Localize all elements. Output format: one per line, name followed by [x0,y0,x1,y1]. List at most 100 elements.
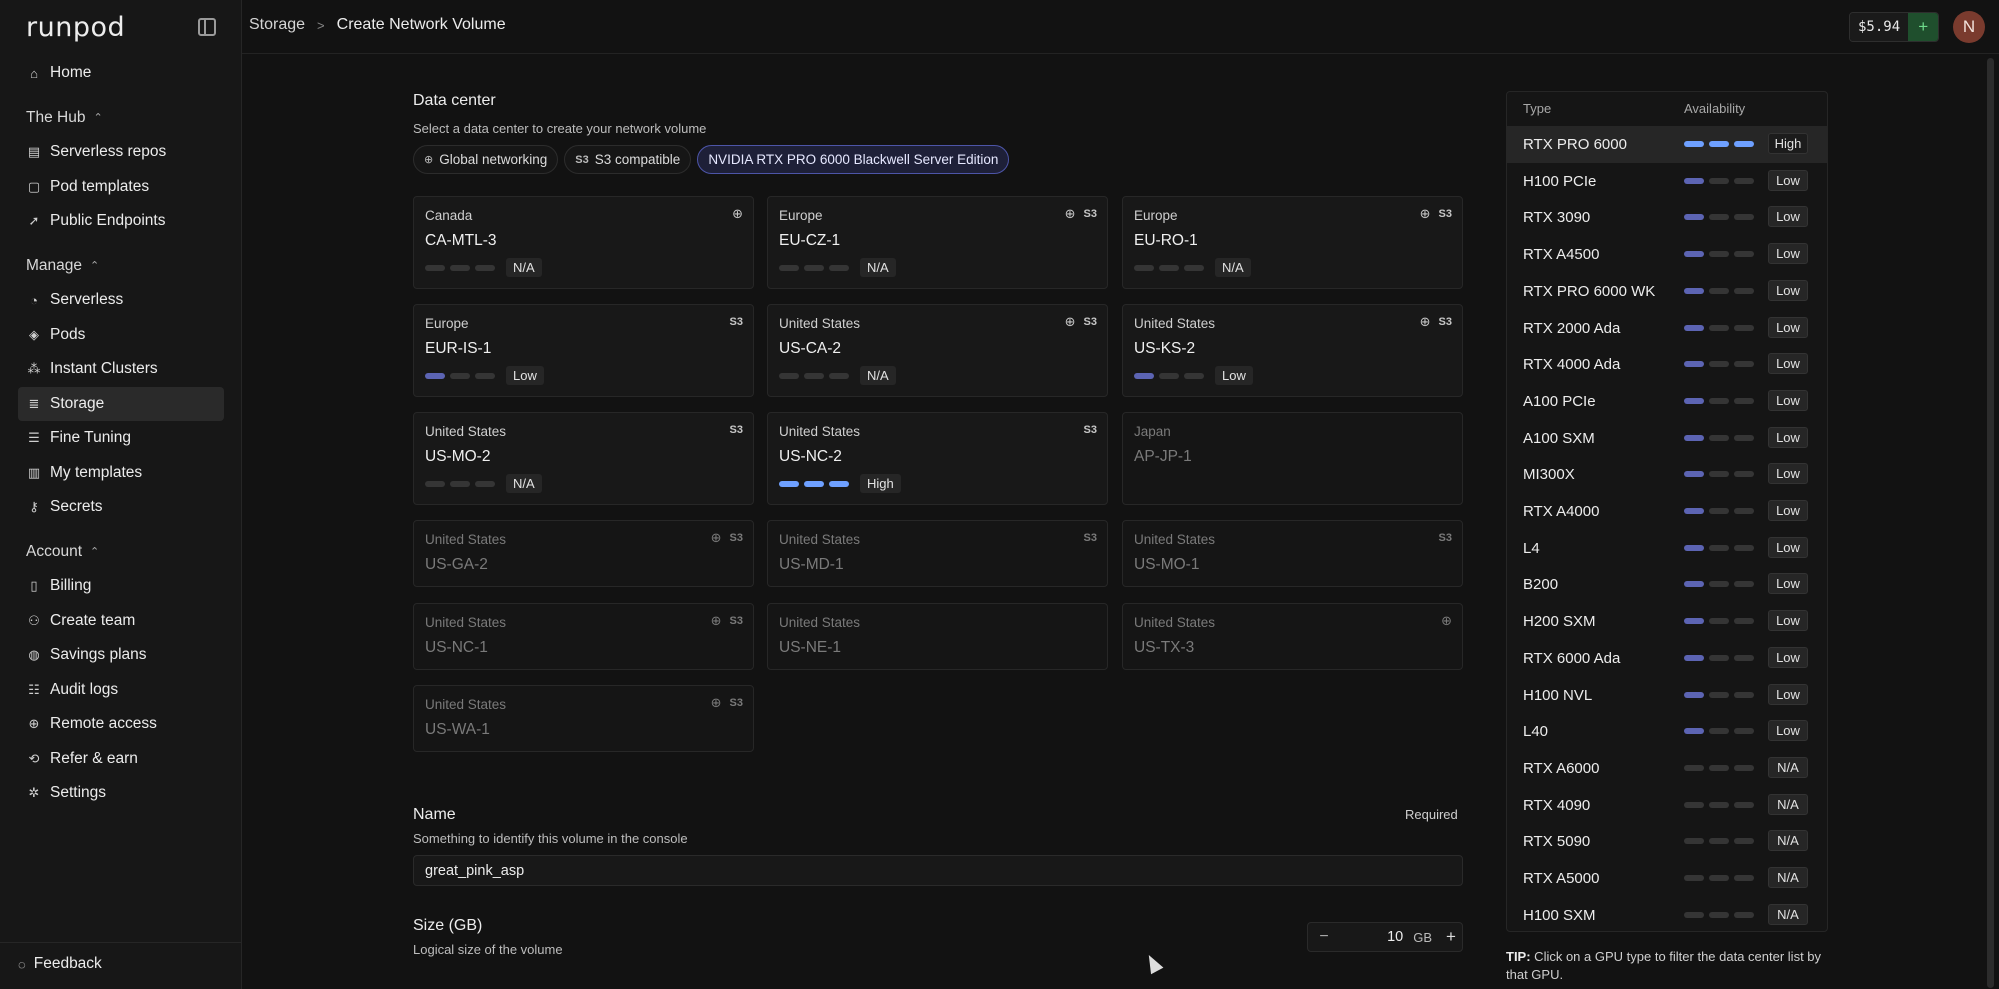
datacenter-region: Canada [425,208,473,223]
gpu-row[interactable]: L40 Low [1507,713,1827,750]
table-header: Type Availability [1507,92,1827,124]
availability-bar [1684,911,1704,918]
sidebar-group-the-hub[interactable]: The Hub ⌃ [18,101,224,136]
page-scrollbar[interactable] [1987,58,1994,988]
availability-bar [450,264,470,271]
gpu-bars [1684,214,1759,221]
availability-bar [1184,264,1204,271]
gpu-row[interactable]: RTX 5090 N/A [1507,823,1827,860]
add-funds-button[interactable]: + [1908,13,1939,41]
datacenter-card-us-nc-2[interactable]: United States US-NC-2 S3 High [767,412,1108,505]
breadcrumb-current: Create Network Volume [336,16,506,33]
availability-bar [1709,214,1729,221]
sidebar-group-account[interactable]: Account ⌃ [18,535,224,570]
balance-widget: $5.94 + [1849,12,1940,42]
availability-badge: Low [1768,610,1808,632]
name-title: Name [413,806,456,823]
datacenter-card-eu-ro-1[interactable]: Europe EU-RO-1 ⊕ S3 N/A [1122,196,1463,289]
availability-bars [1134,264,1209,271]
gpu-bars [1684,508,1759,514]
gpu-row[interactable]: RTX PRO 6000 WK Low [1507,273,1827,310]
sidebar-item-fine-tuning[interactable]: ☰ Fine Tuning [18,421,224,456]
gpu-row[interactable]: H200 SXM Low [1507,603,1827,640]
gpu-name: RTX 2000 Ada [1523,319,1621,337]
sidebar-item-create-team[interactable]: ⚇ Create team [18,604,224,639]
availability-bar [1734,251,1754,258]
s3-icon: S3 [1083,316,1097,328]
filter-s3-compatible[interactable]: S3 S3 compatible [564,145,692,174]
gpu-row[interactable]: RTX 3090 Low [1507,199,1827,236]
sidebar-item-secrets[interactable]: ⚷ Secrets [18,490,224,525]
gpu-bars [1684,801,1759,808]
datacenter-card-us-ca-2[interactable]: United States US-CA-2 ⊕ S3 N/A [767,304,1108,397]
availability-bars [1684,838,1759,845]
breadcrumb-storage[interactable]: Storage [249,16,305,34]
sidebar-item-audit-logs[interactable]: ☷ Audit logs [18,673,224,708]
filter-global-networking[interactable]: ⊕ Global networking [413,145,559,174]
datacenter-card-ca-mtl-3[interactable]: Canada CA-MTL-3 ⊕ N/A [413,196,754,289]
gpu-row[interactable]: A100 PCIe Low [1507,383,1827,420]
datacenter-card-eur-is-1[interactable]: Europe EUR-IS-1 S3 Low [413,304,754,397]
volume-name-input[interactable] [413,855,1463,886]
availability-bar [779,264,799,271]
sidebar-item-pod-templates[interactable]: ▢ Pod templates [18,170,224,205]
availability-bar [1734,544,1754,551]
gpu-row[interactable]: A100 SXM Low [1507,420,1827,457]
sidebar-item-my-templates[interactable]: ▥ My templates [18,456,224,491]
sidebar-item-billing[interactable]: ▯ Billing [18,569,224,604]
gpu-row[interactable]: RTX 2000 Ada Low [1507,310,1827,347]
gpu-name: RTX 4000 Ada [1523,356,1621,374]
gpu-row[interactable]: RTX A4000 Low [1507,493,1827,530]
gpu-row[interactable]: RTX A6000 N/A [1507,750,1827,787]
breadcrumb: Storage > Create Network Volume [249,16,506,34]
datacenter-card-us-ks-2[interactable]: United States US-KS-2 ⊕ S3 Low [1122,304,1463,397]
availability-badge: Low [1768,720,1808,742]
availability-bar [1159,372,1179,379]
sidebar-item-settings[interactable]: ✲ Settings [18,776,224,811]
gpu-row[interactable]: L4 Low [1507,530,1827,567]
sidebar-item-remote-access[interactable]: ⊕ Remote access [18,707,224,742]
sidebar-item-serverless-repos[interactable]: ▤ Serverless repos [18,135,224,170]
gpu-row[interactable]: RTX A4500 Low [1507,236,1827,273]
gpu-row[interactable]: RTX PRO 6000 High [1507,126,1827,163]
gpu-row[interactable]: B200 Low [1507,566,1827,603]
availability-badge: N/A [1768,867,1808,888]
gpu-row[interactable]: H100 PCIe Low [1507,163,1827,200]
gpu-row[interactable]: H100 NVL Low [1507,677,1827,714]
gpu-row[interactable]: RTX 6000 Ada Low [1507,640,1827,677]
sidebar-item-home[interactable]: ⌂ Home [18,56,224,91]
avatar[interactable]: N [1953,11,1985,43]
datacenter-badges: S3 [1084,424,1097,436]
gpu-row[interactable]: H100 SXM N/A [1507,897,1827,934]
gpu-name: L4 [1523,539,1540,557]
sidebar-item-public-endpoints[interactable]: ➚ Public Endpoints [18,204,224,239]
size-value[interactable]: 10 [1340,929,1413,945]
sidebar-item-label: Savings plans [50,646,147,664]
gpu-row[interactable]: RTX 4090 N/A [1507,787,1827,824]
filter-gpu-selected[interactable]: NVIDIA RTX PRO 6000 Blackwell Server Edi… [697,145,1010,174]
sidebar-group-manage[interactable]: Manage ⌃ [18,249,224,284]
sidebar-item-label: Pod templates [50,177,150,195]
sidebar-item-pods[interactable]: ◈ Pods [18,318,224,353]
decrement-button[interactable]: − [1308,928,1340,946]
sidebar-item-storage[interactable]: ≣ Storage [18,386,224,421]
datacenter-region: United States [779,316,861,331]
gpu-bars [1684,471,1759,478]
sidebar-item-instant-clusters[interactable]: ⁂ Instant Clusters [18,352,224,387]
sidebar-item-savings-plans[interactable]: ◍ Savings plans [18,638,224,673]
availability-bar [1684,508,1704,514]
datacenter-card-us-mo-2[interactable]: United States US-MO-2 S3 N/A [413,412,754,505]
availability-bars [1684,324,1759,331]
datacenter-card-eu-cz-1[interactable]: Europe EU-CZ-1 ⊕ S3 N/A [767,196,1108,289]
feedback-link[interactable]: ◌ Feedback [18,955,102,973]
sidebar-item-refer-earn[interactable]: ⟲ Refer & earn [18,742,224,777]
increment-button[interactable]: + [1440,927,1462,947]
runpod-logo[interactable]: runpod [26,12,125,43]
gpu-row[interactable]: MI300X Low [1507,456,1827,493]
availability-badge: Low [1768,463,1808,485]
gpu-row[interactable]: RTX A5000 N/A [1507,860,1827,897]
availability-bar [1734,728,1754,735]
gpu-row[interactable]: RTX 4000 Ada Low [1507,346,1827,383]
sidebar-item-serverless[interactable]: ◔ Serverless [18,283,224,318]
sidebar-toggle-icon[interactable] [198,18,216,36]
